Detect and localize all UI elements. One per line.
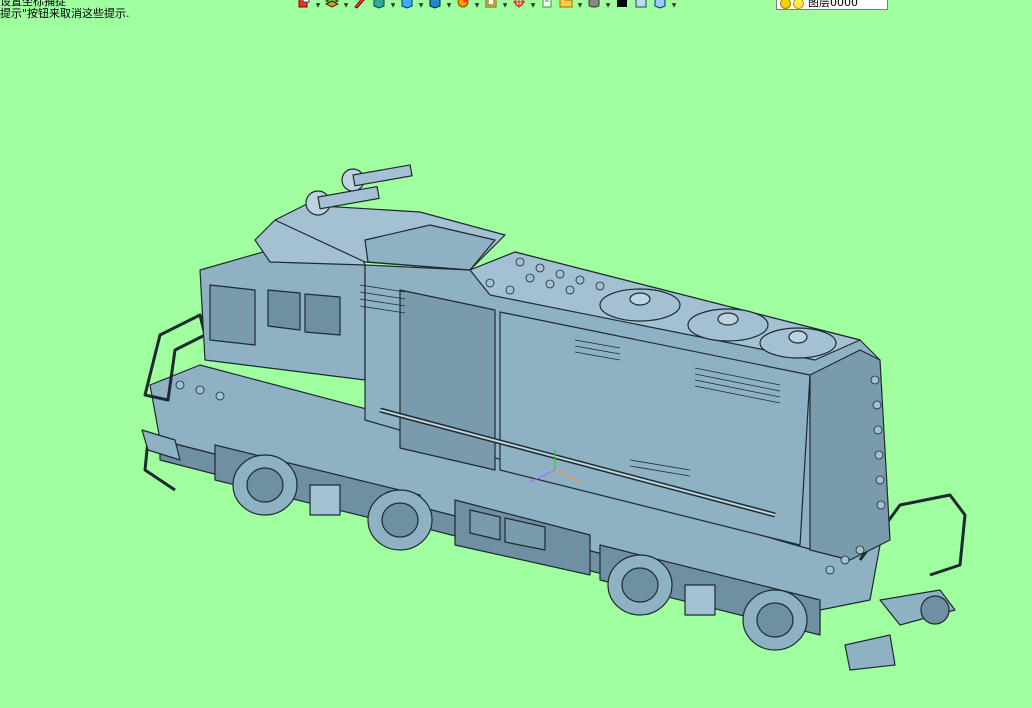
axis-icon[interactable] [511, 0, 527, 9]
chevron-down-icon[interactable]: ▼ [671, 0, 677, 9]
sun-icon[interactable] [793, 0, 804, 9]
status-hint-line2: 提示"按钮来取消这些提示. [0, 7, 130, 20]
chevron-down-icon[interactable]: ▼ [343, 0, 349, 9]
locomotive-model[interactable] [0, 20, 1032, 708]
main-toolbar: ▼ ▼ ▼ ▼ ▼ ▼ ▼ ▼ ▼ ▼ ▼ [296, 0, 677, 10]
chevron-down-icon[interactable]: ▼ [418, 0, 424, 9]
3d-viewport[interactable] [0, 20, 1032, 708]
chevron-down-icon[interactable]: ▼ [474, 0, 480, 9]
layer-name: 图层0000 [808, 0, 858, 9]
new-part-icon[interactable] [296, 0, 312, 9]
cab-windows [267, 289, 301, 331]
copy-icon[interactable] [539, 0, 555, 9]
chevron-down-icon[interactable]: ▼ [502, 0, 508, 9]
folder-icon[interactable] [558, 0, 574, 9]
chevron-down-icon[interactable]: ▼ [446, 0, 452, 9]
measure-icon[interactable] [483, 0, 499, 9]
layer-selector[interactable]: 图层0000 [776, 0, 888, 10]
chevron-down-icon[interactable]: ▼ [605, 0, 611, 9]
layers-icon[interactable] [324, 0, 340, 9]
chevron-down-icon[interactable]: ▼ [530, 0, 536, 9]
box-icon[interactable] [371, 0, 387, 9]
frame-icon[interactable] [633, 0, 649, 9]
color-wheel-icon[interactable] [455, 0, 471, 9]
chevron-down-icon[interactable]: ▼ [390, 0, 396, 9]
solid-icon[interactable] [427, 0, 443, 9]
lightbulb-icon[interactable] [780, 0, 791, 9]
color-swatch-icon[interactable] [614, 0, 630, 9]
chevron-down-icon[interactable]: ▼ [315, 0, 321, 9]
render-icon[interactable] [652, 0, 668, 9]
sketch-icon[interactable] [352, 0, 368, 9]
chevron-down-icon[interactable]: ▼ [577, 0, 583, 9]
extrude-icon[interactable] [399, 0, 415, 9]
database-icon[interactable] [586, 0, 602, 9]
